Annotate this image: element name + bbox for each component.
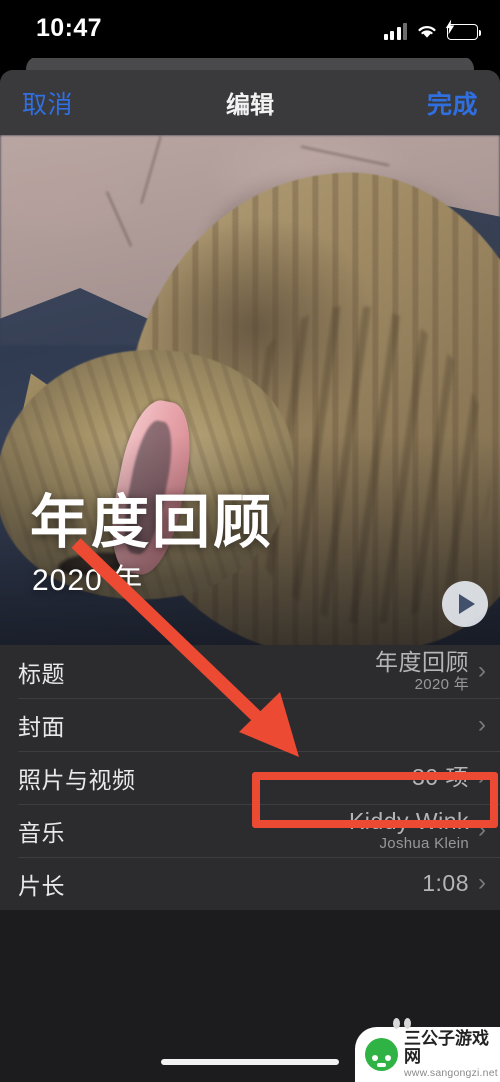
battery-charging-icon [445,19,482,40]
play-button[interactable] [442,581,488,627]
row-subvalue: Joshua Klein [379,835,469,853]
watermark-url: www.sangongzi.net [404,1066,498,1079]
status-time: 10:47 [36,14,102,42]
memory-settings-list: 标题 年度回顾 2020 年 › 封面 › 照片与视频 30 项 › 音乐 Ki… [0,645,500,910]
row-music[interactable]: 音乐 Kiddy Wink Joshua Klein › [0,804,500,857]
row-duration[interactable]: 片长 1:08 › [0,857,500,910]
status-icons [383,18,482,40]
status-bar: 10:47 [0,0,500,58]
row-right: Kiddy Wink Joshua Klein › [349,809,486,852]
watermark: 三公子游戏网 www.sangongzi.net [355,1018,500,1082]
row-cover[interactable]: 封面 › [0,698,500,751]
watermark-ears-icon [393,1018,415,1030]
row-right: 30 项 › [412,763,486,791]
memory-title-overlay: 年度回顾 [30,488,275,556]
row-label: 照片与视频 [18,766,136,793]
row-values: Kiddy Wink Joshua Klein [349,809,469,852]
row-right: 1:08 › [422,869,486,897]
row-values: 年度回顾 2020 年 [375,650,469,693]
memory-subtitle-overlay: 2020 年 [32,564,144,597]
memory-cover-photo[interactable]: 年度回顾 2020 年 [0,135,500,645]
chevron-right-icon: › [478,710,486,738]
cancel-button[interactable]: 取消 [18,83,77,123]
watermark-text: 三公子游戏网 www.sangongzi.net [404,1028,500,1080]
row-label: 音乐 [18,819,65,846]
row-value: 年度回顾 [375,649,469,676]
done-button[interactable]: 完成 [423,83,482,123]
home-indicator [161,1059,339,1065]
wifi-icon [416,23,438,40]
row-title[interactable]: 标题 年度回顾 2020 年 › [0,645,500,698]
chevron-right-icon: › [478,869,486,897]
row-label: 片长 [18,872,65,899]
play-icon [459,594,475,614]
row-value: 1:08 [422,870,469,897]
chevron-right-icon: › [478,816,486,844]
watermark-name: 三公子游戏网 [404,1028,489,1067]
row-values: 1:08 [422,871,469,895]
row-value: 30 项 [412,764,469,791]
signal-icon [383,23,407,40]
chevron-right-icon: › [478,657,486,685]
row-right: › [469,710,486,738]
row-values: 30 项 [412,765,469,789]
phone-screen: 取消 编辑 完成 年度回顾 2020 年 标题 年度回顾 2020 年 › 封面… [0,0,500,1082]
row-right: 年度回顾 2020 年 › [375,650,486,693]
watermark-logo-icon [365,1038,398,1071]
chevron-right-icon: › [478,763,486,791]
nav-bar: 取消 编辑 完成 [0,70,500,135]
row-value: Kiddy Wink [348,808,469,835]
row-label: 标题 [18,660,65,687]
row-label: 封面 [18,713,65,740]
row-subvalue: 2020 年 [414,676,469,694]
edit-memory-modal: 取消 编辑 完成 年度回顾 2020 年 标题 年度回顾 2020 年 › 封面… [0,70,500,1082]
row-photos-and-videos[interactable]: 照片与视频 30 项 › [0,751,500,804]
